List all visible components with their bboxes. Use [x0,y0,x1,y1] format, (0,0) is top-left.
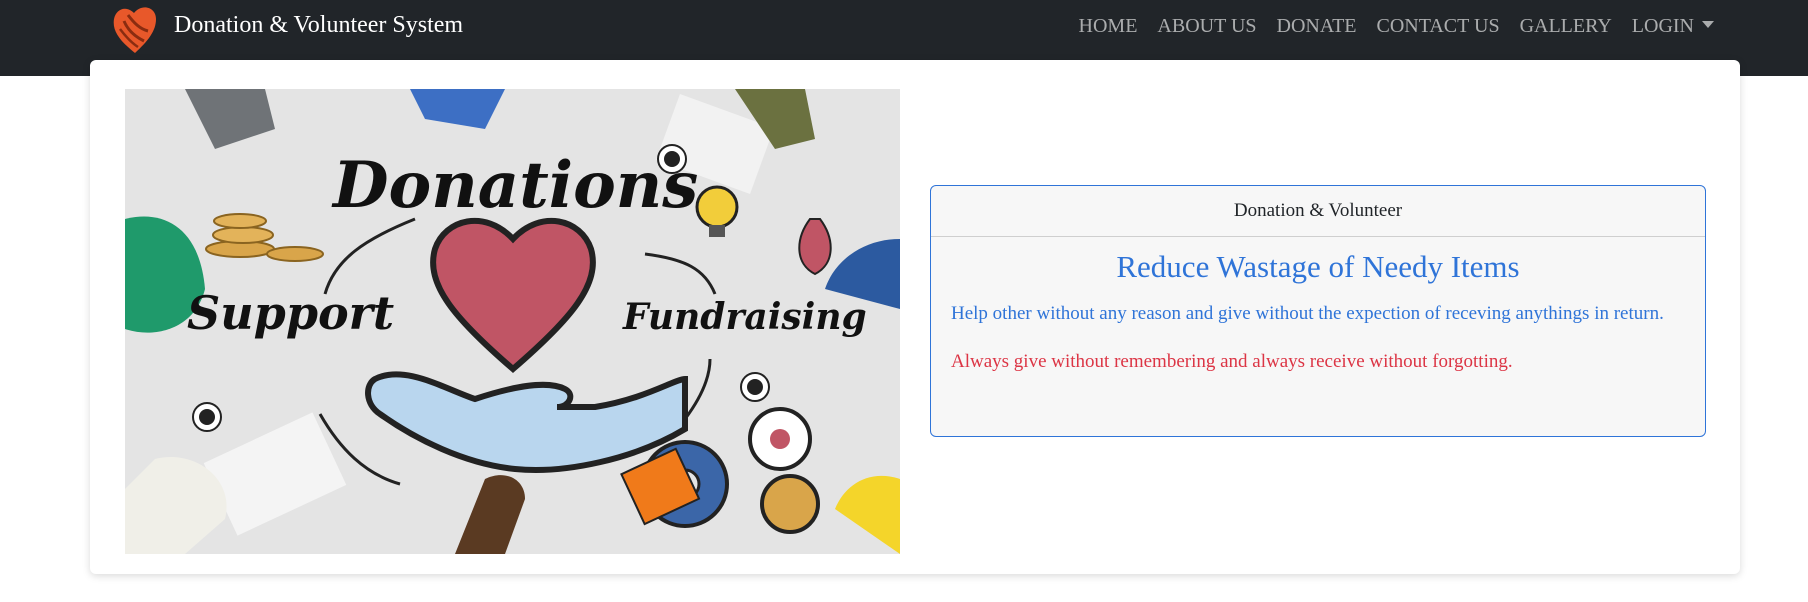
nav-about-us[interactable]: ABOUT US [1157,15,1256,38]
caret-down-icon [1702,21,1714,28]
nav-donate[interactable]: DONATE [1277,15,1357,38]
hero-word-fundraising: Fundraising [622,296,867,338]
brand-title: Donation & Volunteer System [174,11,464,38]
hero-word-donations: Donations [331,148,698,223]
heart-hands-icon [113,7,156,53]
info-card: Donation & Volunteer Reduce Wastage of N… [930,185,1706,437]
info-card-text-red: Always give without remembering and alwa… [951,351,1513,372]
nav-login-label: LOGIN [1631,15,1694,37]
illustration-svg: Donations Support Fundraising [125,89,900,554]
nav-gallery[interactable]: GALLERY [1520,15,1612,38]
hero-word-support: Support [187,286,394,340]
lightbulb-icon [695,185,739,229]
nav-home[interactable]: HOME [1079,15,1138,38]
info-card-title: Reduce Wastage of Needy Items [1116,249,1520,284]
donations-illustration: Donations Support Fundraising [125,89,900,554]
main-nav: HOME ABOUT US DONATE CONTACT US GALLERY … [1059,15,1714,38]
info-card-header: Donation & Volunteer [931,186,1705,237]
nav-contact-us[interactable]: CONTACT US [1377,15,1500,38]
info-card-text-blue: Help other without any reason and give w… [951,303,1664,324]
ribbon-icon [798,218,832,276]
brand-link[interactable]: Donation & Volunteer System [110,4,463,54]
gear-icon [760,474,820,534]
nav-login-dropdown[interactable]: LOGIN [1632,15,1714,38]
